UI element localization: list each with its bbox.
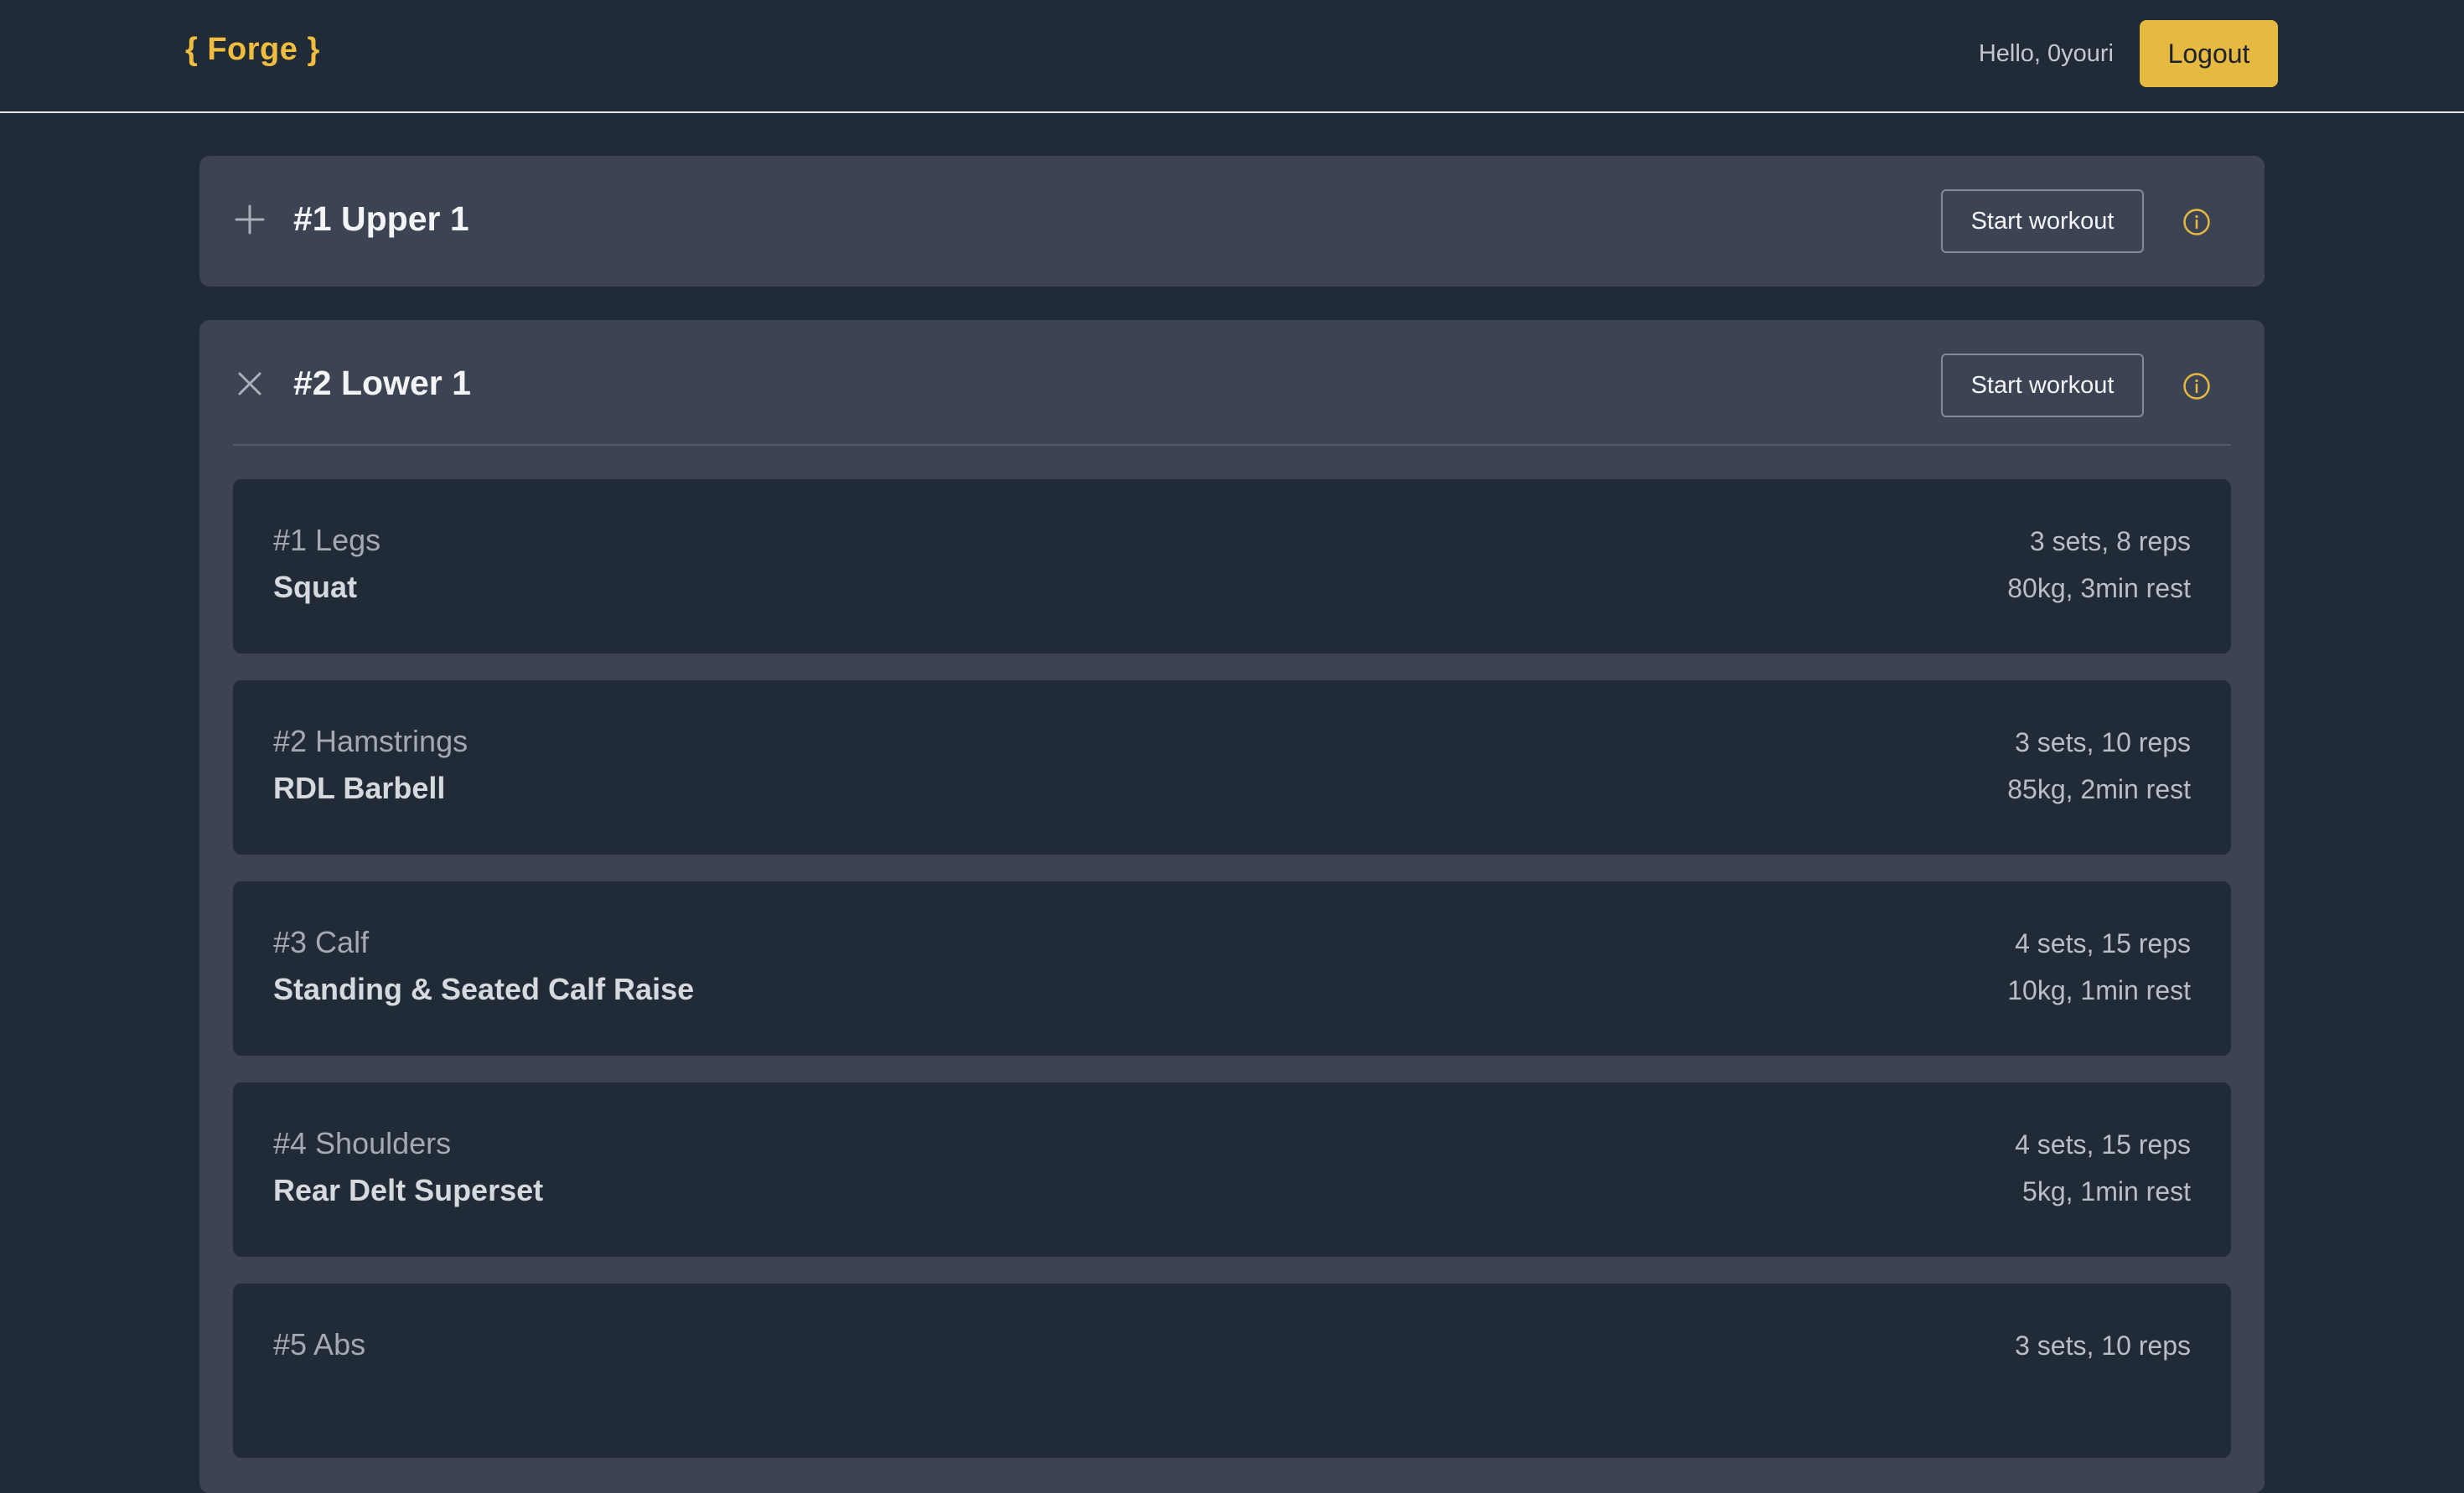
- exercise-card[interactable]: #2 Hamstrings RDL Barbell 3 sets, 10 rep…: [233, 680, 2231, 855]
- workout-header[interactable]: #1 Upper 1 Start workout: [199, 156, 2265, 287]
- exercise-category: #4 Shoulders: [273, 1126, 452, 1160]
- exercise-name: Squat: [273, 570, 358, 604]
- exercise-name: RDL Barbell: [273, 771, 446, 805]
- exercise-category: #2 Hamstrings: [273, 724, 468, 758]
- panel-divider: [233, 444, 2231, 446]
- exercise-name: Rear Delt Superset: [273, 1173, 544, 1207]
- exercise-sets-reps: 3 sets, 10 reps: [2015, 727, 2191, 757]
- exercise-weight-rest: 5kg, 1min rest: [2022, 1176, 2191, 1206]
- plus-icon[interactable]: [233, 203, 267, 236]
- workout-header[interactable]: #2 Lower 1 Start workout: [199, 320, 2265, 451]
- exercise-card[interactable]: #4 Shoulders Rear Delt Superset 4 sets, …: [233, 1082, 2231, 1257]
- workout-title: #2 Lower 1: [293, 364, 471, 402]
- logout-button[interactable]: Logout: [2140, 20, 2278, 87]
- exercise-sets-reps: 3 sets, 8 reps: [2029, 526, 2191, 556]
- exercise-card[interactable]: #3 Calf Standing & Seated Calf Raise 4 s…: [233, 881, 2231, 1056]
- exercise-weight-rest: 80kg, 3min rest: [2007, 573, 2191, 603]
- exercise-category: #1 Legs: [273, 523, 381, 557]
- exercise-sets-reps: 3 sets, 10 reps: [2015, 1330, 2191, 1361]
- exercise-category: #3 Calf: [273, 925, 370, 959]
- exercise-card[interactable]: #5 Abs 3 sets, 10 reps: [233, 1284, 2231, 1458]
- workout-panel-lower-1: #2 Lower 1 Start workout #1 Legs Squat 3…: [199, 320, 2265, 1493]
- app-logo[interactable]: { Forge }: [185, 32, 320, 68]
- start-workout-button[interactable]: Start workout: [1941, 189, 2144, 253]
- exercise-sets-reps: 4 sets, 15 reps: [2015, 1129, 2191, 1160]
- exercise-category: #5 Abs: [273, 1327, 366, 1361]
- top-navbar: { Forge } Hello, 0youri Logout: [0, 0, 2464, 113]
- exercise-card[interactable]: #1 Legs Squat 3 sets, 8 reps 80kg, 3min …: [233, 479, 2231, 654]
- workout-panel-upper-1: #1 Upper 1 Start workout: [199, 156, 2265, 287]
- info-icon[interactable]: [2182, 208, 2211, 236]
- info-icon[interactable]: [2182, 372, 2211, 400]
- exercise-weight-rest: 85kg, 2min rest: [2007, 774, 2191, 804]
- exercise-weight-rest: 10kg, 1min rest: [2007, 975, 2191, 1005]
- workout-title: #1 Upper 1: [293, 199, 469, 238]
- exercise-sets-reps: 4 sets, 15 reps: [2015, 928, 2191, 958]
- close-icon[interactable]: [233, 367, 267, 400]
- exercise-name: Standing & Seated Calf Raise: [273, 972, 695, 1006]
- start-workout-button[interactable]: Start workout: [1941, 354, 2144, 417]
- user-greeting: Hello, 0youri: [1978, 40, 2114, 67]
